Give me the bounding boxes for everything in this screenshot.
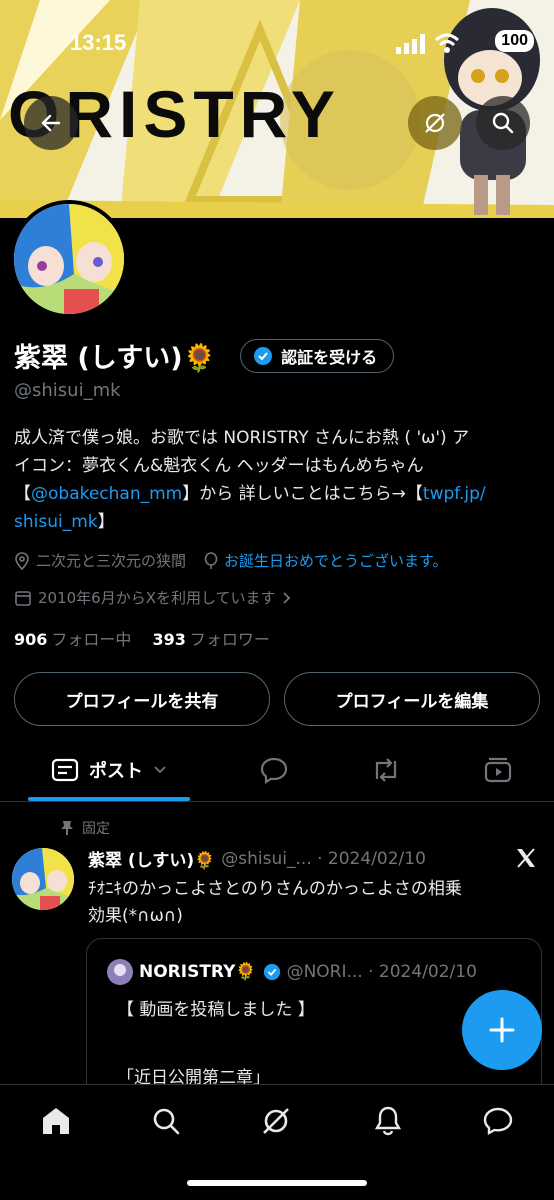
- home-icon: [43, 1108, 69, 1134]
- share-profile-button[interactable]: プロフィールを共有: [14, 672, 270, 726]
- get-verified-button[interactable]: 認証を受ける: [240, 338, 395, 373]
- video-icon: [484, 757, 512, 783]
- wifi-icon: [434, 33, 460, 53]
- repost-icon: [375, 758, 397, 782]
- verified-badge-icon: [254, 346, 273, 365]
- balloon-icon: [204, 551, 218, 569]
- pin-icon: [61, 821, 73, 835]
- profile-bio: 成人済で僕っ娘。お歌では NORISTRY さんにお熱 ( 'ω') ア イコン…: [14, 424, 546, 536]
- quoted-tweet-header: NORISTRY🌻 @NORI... · 2024/02/10: [107, 959, 477, 985]
- home-indicator: [187, 1180, 367, 1186]
- posts-icon: [51, 758, 79, 782]
- active-tab-indicator: [28, 797, 190, 801]
- tweet-handle-date: @shisui_... · 2024/02/10: [221, 848, 426, 869]
- search-icon: [492, 112, 514, 134]
- calendar-icon: [15, 590, 31, 606]
- following-link[interactable]: 906 フォロー中: [14, 630, 131, 649]
- bio-mention-link[interactable]: @obakechan_mm: [31, 484, 182, 504]
- search-icon: [153, 1108, 180, 1135]
- quoted-author-name: NORISTRY🌻: [139, 962, 257, 982]
- nav-notifications[interactable]: [368, 1101, 408, 1141]
- nav-grok[interactable]: [256, 1101, 296, 1141]
- grok-button[interactable]: [408, 96, 462, 150]
- profile-name-row: 紫翠 (しすい)🌻 認証を受ける: [14, 336, 395, 375]
- tab-posts[interactable]: ポスト: [28, 740, 190, 800]
- location-pin-icon: [15, 551, 29, 570]
- signal-icon: [396, 34, 425, 54]
- tweet-avatar[interactable]: [12, 848, 74, 910]
- grok-icon: [263, 1108, 289, 1134]
- compose-button[interactable]: [462, 990, 542, 1070]
- reply-bubble-icon: [260, 757, 288, 784]
- quoted-avatar: [107, 959, 133, 985]
- chevron-right-icon: [282, 591, 290, 604]
- bio-line: 成人済で僕っ娘。お歌では NORISTRY さんにお熱 ( 'ω') ア: [14, 428, 470, 448]
- location: 二次元と三次元の狭間: [14, 550, 186, 571]
- battery-indicator: 100: [495, 30, 534, 52]
- bio-line: shisui_mk】: [14, 512, 115, 532]
- chevron-down-icon: [154, 766, 166, 774]
- follow-stats: 906 フォロー中 393 フォロワー: [14, 626, 270, 650]
- avatar-illustration: [14, 204, 124, 314]
- followers-link[interactable]: 393 フォロワー: [153, 630, 270, 649]
- profile-header-banner[interactable]: ORISTRY 13:15 100: [0, 0, 554, 218]
- back-button[interactable]: [24, 96, 78, 150]
- edit-profile-button[interactable]: プロフィールを編集: [284, 672, 540, 726]
- nav-home[interactable]: [36, 1101, 76, 1141]
- nav-search[interactable]: [146, 1101, 186, 1141]
- verified-badge-icon: [263, 963, 280, 981]
- joined-date[interactable]: 2010年6月からXを利用しています: [14, 587, 292, 608]
- get-verified-label: 認証を受ける: [281, 347, 378, 367]
- tab-reposts[interactable]: [356, 740, 416, 800]
- bio-url-link[interactable]: twpf.jp/: [423, 484, 486, 504]
- quoted-handle-date: @NORI... · 2024/02/10: [286, 962, 477, 982]
- bio-url-link-continued[interactable]: shisui_mk: [14, 512, 98, 532]
- bio-line: イコン：夢衣くん&魁衣くん ヘッダーはもんめちゃん: [14, 456, 424, 476]
- birthday[interactable]: お誕生日おめでとうございます。: [204, 550, 448, 571]
- x-logo-icon: [517, 848, 535, 868]
- nav-messages[interactable]: [478, 1101, 518, 1141]
- tweet-avatar-illustration: [12, 848, 74, 910]
- tab-media[interactable]: [468, 740, 528, 800]
- tweet-author-name[interactable]: 紫翠 (しすい)🌻: [88, 846, 215, 871]
- profile-handle: @shisui_mk: [14, 380, 121, 401]
- pinned-label: 固定: [60, 818, 110, 838]
- search-button[interactable]: [476, 96, 530, 150]
- bio-line: 【@obakechan_mm】から 詳しいことはこちら→【twpf.jp/: [14, 484, 486, 504]
- message-bubble-icon: [483, 1107, 513, 1136]
- back-arrow-icon: [41, 114, 61, 132]
- grok-icon: [425, 113, 445, 133]
- profile-avatar[interactable]: [10, 200, 128, 318]
- tab-replies[interactable]: [244, 740, 304, 800]
- plus-icon: [489, 1017, 515, 1043]
- bell-icon: [374, 1106, 402, 1136]
- display-name: 紫翠 (しすい)🌻: [14, 343, 217, 374]
- tweet-header: 紫翠 (しすい)🌻 @shisui_... · 2024/02/10: [88, 846, 528, 872]
- status-time: 13:15: [70, 30, 127, 55]
- profile-meta-row: 二次元と三次元の狭間 お誕生日おめでとうございます。: [14, 550, 448, 571]
- profile-tabs: ポスト: [0, 740, 554, 802]
- tweet-text: ﾁｵﾆｷのかっこよさとのりさんのかっこよさの相乗 効果(*∩ω∩): [88, 879, 462, 926]
